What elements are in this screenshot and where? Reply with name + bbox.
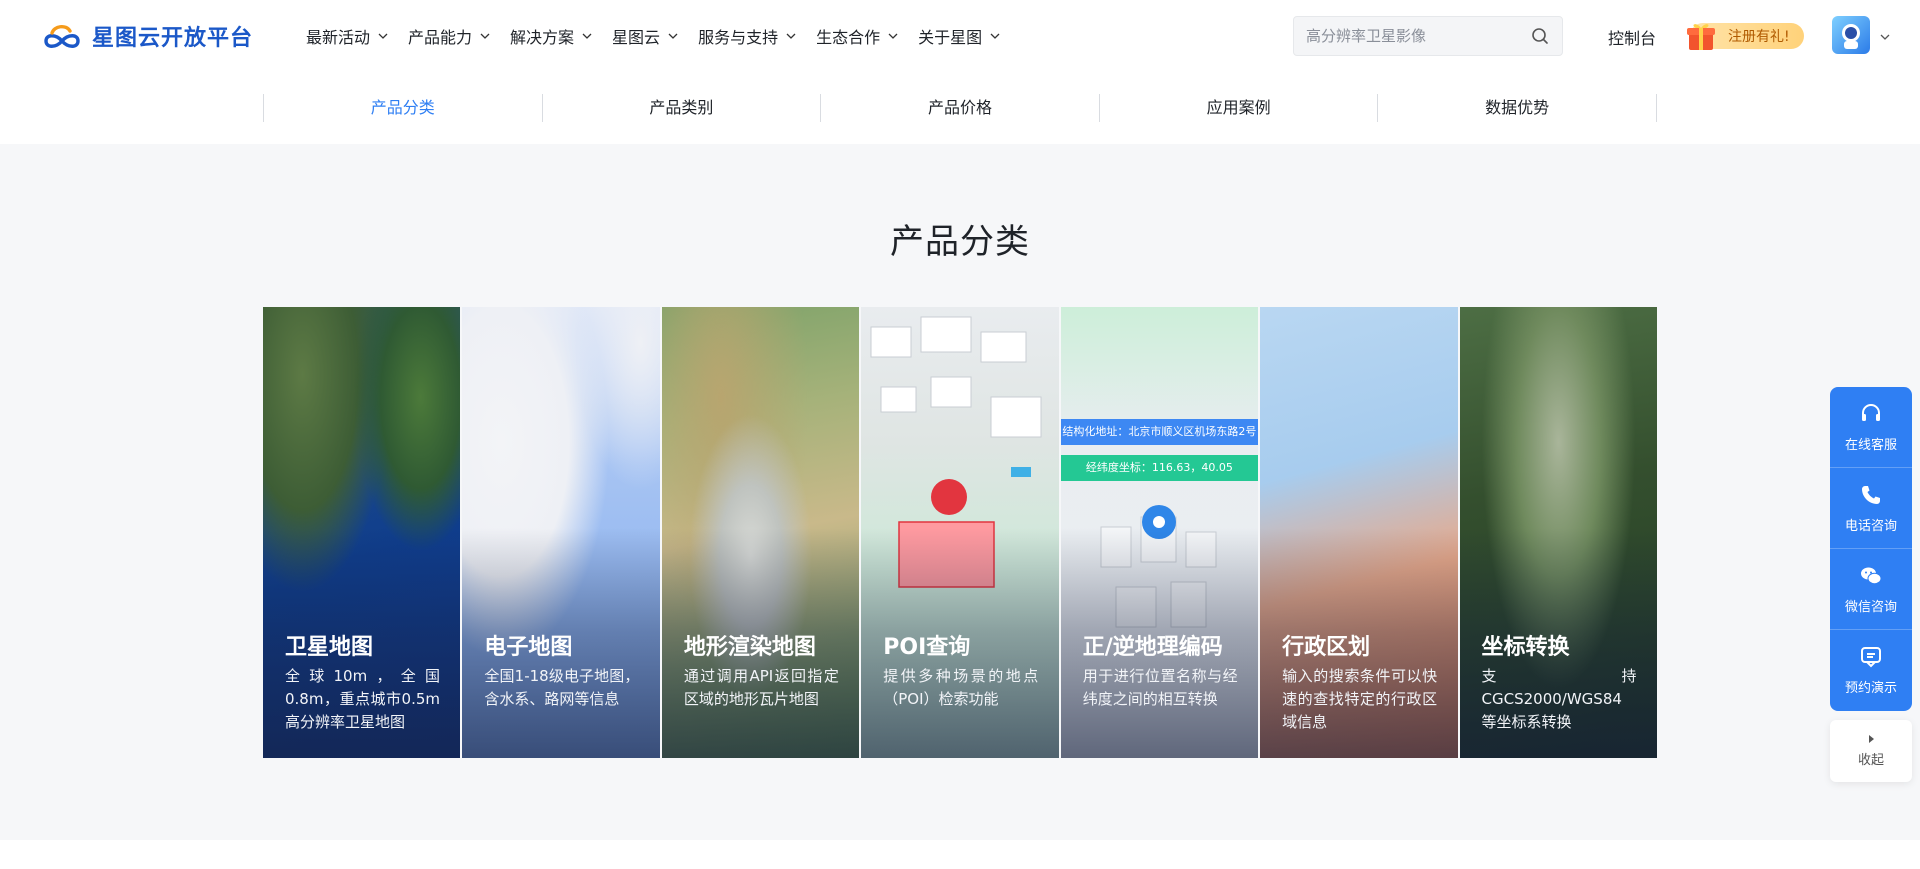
card-title: 正/逆地理编码 (1082, 635, 1223, 660)
headset-icon (1862, 403, 1880, 421)
nav-item-geovis-cloud[interactable]: 星图云 (612, 24, 680, 48)
nav-item-about[interactable]: 关于星图 (918, 24, 1002, 48)
search-icon[interactable] (1530, 26, 1550, 46)
address-tag: 结构化地址：北京市顺义区机场东路2号 (1060, 419, 1259, 445)
card-title: 电子地图 (484, 635, 573, 660)
chevron-down-icon[interactable] (1878, 30, 1892, 44)
chevron-down-icon (582, 33, 592, 39)
top-header: 星图云开放平台 最新活动 产品能力 解决方案 星图云 服务与支持 生态合作 关于… (0, 0, 1920, 72)
wechat-consult-button[interactable]: 微信咨询 (1830, 549, 1912, 630)
chevron-down-icon (668, 33, 678, 39)
nav-item-solutions[interactable]: 解决方案 (510, 24, 594, 48)
product-card-list: 卫星地图 全球10m，全国0.8m，重点城市0.5m高分辨率卫星地图 电子地图 … (263, 307, 1657, 758)
chevron-down-icon (378, 33, 388, 39)
user-avatar[interactable] (1832, 16, 1870, 54)
nav-label: 服务与支持 (698, 28, 779, 47)
section-title: 产品分类 (890, 222, 1030, 262)
nav-label: 生态合作 (816, 28, 881, 47)
chevron-down-icon (480, 33, 490, 39)
astronaut-avatar-icon (1842, 24, 1860, 49)
card-poi-search[interactable]: POI查询 提供多种场景的地点（POI）检索功能 (861, 307, 1059, 758)
card-description: 全球10m，全国0.8m，重点城市0.5m高分辨率卫星地图 (285, 667, 440, 731)
cloud-infinity-logo (44, 25, 80, 48)
book-demo-button[interactable]: 预约演示 (1830, 630, 1912, 711)
chevron-down-icon (990, 33, 1000, 39)
subnav-item-advantages[interactable]: 数据优势 (1377, 94, 1657, 122)
nav-item-products[interactable]: 产品能力 (408, 24, 492, 48)
main-nav: 最新活动 产品能力 解决方案 星图云 服务与支持 生态合作 关于星图 (306, 24, 1020, 48)
card-description: 通过调用API返回指定区域的地形瓦片地图 (683, 667, 839, 708)
nav-label: 关于星图 (918, 28, 983, 47)
nav-label: 解决方案 (510, 28, 575, 47)
gift-icon (1687, 24, 1715, 50)
float-item-label: 预约演示 (1844, 681, 1897, 696)
online-service-button[interactable]: 在线客服 (1830, 387, 1912, 468)
nav-label: 产品能力 (408, 28, 473, 47)
subnav-item-categories[interactable]: 产品分类 (263, 94, 542, 122)
card-description: 全国1-18级电子地图，含水系、路网等信息 (484, 667, 640, 708)
nav-item-support[interactable]: 服务与支持 (698, 24, 798, 48)
chevron-down-icon (786, 33, 796, 39)
contact-float-bar: 在线客服 电话咨询 微信咨询 预约演示 (1830, 387, 1912, 711)
card-terrain-map[interactable]: 地形渲染地图 通过调用API返回指定区域的地形瓦片地图 (661, 307, 860, 758)
card-geocoding[interactable]: 结构化地址：北京市顺义区机场东路2号 经纬度坐标：116.63，40.05 正/… (1060, 307, 1259, 758)
register-promo[interactable]: 注册有礼! (1684, 20, 1804, 52)
product-categories-section: 产品分类 卫星地图 全球10m，全国0.8m，重点城市0.5m高分辨率卫星地图 … (0, 144, 1920, 840)
float-item-label: 微信咨询 (1844, 599, 1897, 615)
chat-box-icon (1861, 647, 1881, 668)
brand-name: 星图云开放平台 (92, 26, 254, 51)
card-title: POI查询 (883, 635, 971, 660)
nav-item-ecosystem[interactable]: 生态合作 (816, 24, 900, 48)
coords-tag: 经纬度坐标：116.63，40.05 (1060, 455, 1259, 481)
search-input[interactable] (1306, 27, 1530, 45)
card-electronic-map[interactable]: 电子地图 全国1-18级电子地图，含水系、路网等信息 (462, 307, 660, 758)
subnav-item-pricing[interactable]: 产品价格 (820, 94, 1099, 122)
card-title: 行政区划 (1282, 635, 1371, 660)
nav-item-latest[interactable]: 最新活动 (306, 24, 390, 48)
phone-icon (1862, 485, 1880, 504)
collapse-button[interactable]: 收起 (1830, 720, 1912, 782)
console-link[interactable]: 控制台 (1608, 25, 1656, 49)
collapse-label: 收起 (1857, 752, 1884, 768)
card-description: 输入的搜索条件可以快速的查找特定的行政区域信息 (1282, 667, 1438, 731)
chevron-down-icon (888, 33, 898, 39)
subnav-item-cases[interactable]: 应用案例 (1098, 94, 1378, 122)
card-description: 提供多种场景的地点（POI）检索功能 (883, 667, 1039, 708)
card-title: 坐标转换 (1481, 635, 1570, 660)
nav-label: 星图云 (612, 28, 661, 47)
card-title: 地形渲染地图 (683, 635, 816, 660)
search-box (1293, 16, 1563, 56)
card-description: 用于进行位置名称与经纬度之间的相互转换 (1082, 667, 1238, 708)
caret-right-icon (1868, 734, 1874, 743)
subnav-item-types[interactable]: 产品类别 (541, 94, 821, 122)
wechat-icon (1861, 567, 1882, 584)
float-item-label: 在线客服 (1844, 437, 1897, 453)
card-satellite-map[interactable]: 卫星地图 全球10m，全国0.8m，重点城市0.5m高分辨率卫星地图 (263, 307, 461, 758)
brand-logo[interactable]: 星图云开放平台 (40, 18, 253, 54)
nav-label: 最新活动 (306, 28, 371, 47)
float-item-label: 电话咨询 (1844, 518, 1897, 534)
card-description: 支持CGCS2000/WGS84等坐标系转换 (1481, 667, 1637, 731)
card-title: 卫星地图 (285, 635, 374, 660)
sub-nav: 产品分类 产品类别 产品价格 应用案例 数据优势 (0, 72, 1920, 144)
phone-consult-button[interactable]: 电话咨询 (1830, 468, 1912, 549)
card-coordinate-conversion[interactable]: 坐标转换 支持CGCS2000/WGS84等坐标系转换 (1459, 307, 1657, 758)
card-admin-division[interactable]: 行政区划 输入的搜索条件可以快速的查找特定的行政区域信息 (1260, 307, 1458, 758)
